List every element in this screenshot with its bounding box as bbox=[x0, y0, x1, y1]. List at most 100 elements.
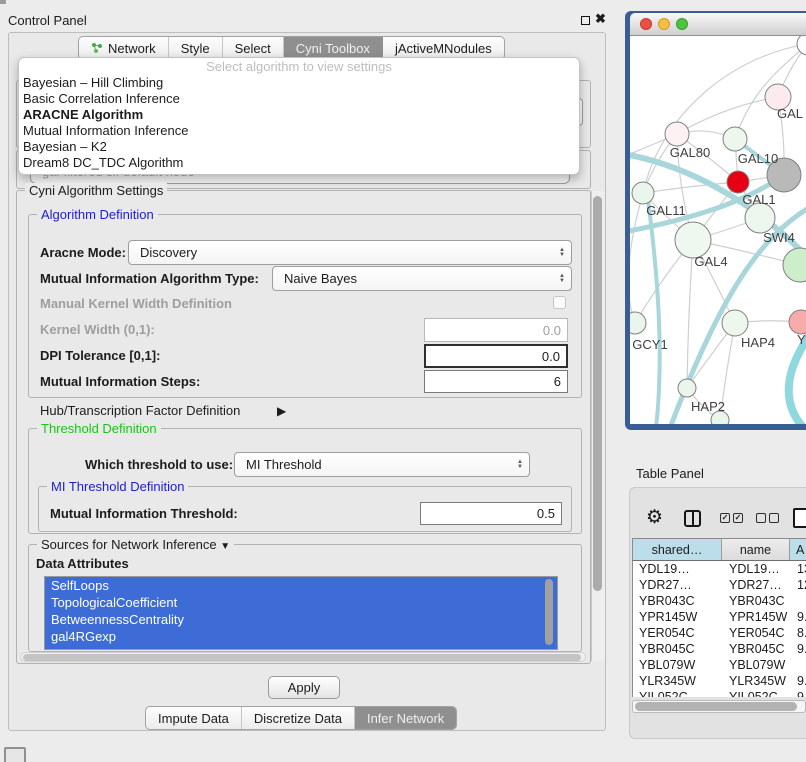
minimize-traffic-light-icon[interactable] bbox=[658, 18, 670, 30]
cell-value: 9. bbox=[791, 641, 806, 657]
table-row[interactable]: YBR045CYBR045C9. bbox=[633, 641, 806, 657]
tab-label: Impute Data bbox=[158, 711, 229, 726]
cell-value bbox=[791, 593, 806, 609]
attr-list-scrollbar-thumb[interactable] bbox=[545, 579, 553, 645]
popup-item-dream8[interactable]: Dream8 DC_TDC Algorithm bbox=[19, 155, 579, 171]
expand-arrow-icon[interactable]: ▶ bbox=[277, 402, 286, 420]
table-row[interactable]: YER054CYER054C8. bbox=[633, 625, 806, 641]
manual-kernel-checkbox[interactable] bbox=[553, 296, 566, 309]
table-body[interactable]: YDL19…YDL19…13 YDR27…YDR27…12 YBR043CYBR… bbox=[632, 560, 806, 697]
sources-title: Sources for Network Inference ▼ bbox=[37, 537, 234, 552]
col-header-shared[interactable]: shared… bbox=[632, 538, 722, 560]
popup-item-bayesian-hill[interactable]: Bayesian – Hill Climbing bbox=[19, 75, 579, 91]
node-hap2[interactable] bbox=[678, 379, 696, 397]
node-hap4[interactable] bbox=[722, 310, 748, 336]
table-hscrollbar-thumb[interactable] bbox=[635, 702, 797, 711]
node-gcy1[interactable] bbox=[630, 312, 646, 334]
dpi-tolerance-field[interactable]: 0.0 bbox=[424, 344, 568, 368]
cell-shared: YIL052C bbox=[633, 689, 723, 697]
node-gal11[interactable] bbox=[632, 182, 654, 204]
network-icon bbox=[91, 42, 103, 54]
cell-name: YDR27… bbox=[723, 577, 791, 593]
node-gal10[interactable] bbox=[723, 127, 747, 151]
cell-shared: YDL19… bbox=[633, 561, 723, 577]
cell-value: 9. bbox=[791, 609, 806, 625]
attr-item-selfloops[interactable]: SelfLoops bbox=[45, 577, 557, 594]
node-gal1[interactable] bbox=[745, 203, 775, 233]
node-label-swi4: SWI4 bbox=[763, 230, 795, 245]
settings-hscrollbar-thumb[interactable] bbox=[23, 654, 581, 661]
dpi-tolerance-label: DPI Tolerance [0,1]: bbox=[40, 344, 160, 368]
aracne-mode-combo[interactable]: Discovery ▲▼ bbox=[128, 240, 572, 265]
kernel-width-label: Kernel Width (0,1): bbox=[40, 318, 155, 342]
table-row[interactable]: YIL052CYIL052C9. bbox=[633, 689, 806, 697]
node-swi4[interactable] bbox=[783, 248, 806, 282]
apply-button[interactable]: Apply bbox=[268, 676, 340, 699]
close-traffic-light-icon[interactable] bbox=[640, 18, 652, 30]
table-row[interactable]: YDL19…YDL19…13 bbox=[633, 561, 806, 577]
mi-type-combo[interactable]: Naive Bayes ▲▼ bbox=[272, 266, 572, 291]
popup-item-bayesian-k2[interactable]: Bayesian – K2 bbox=[19, 139, 579, 155]
algorithm-popup: Select algorithm to view settings Bayesi… bbox=[18, 57, 580, 175]
hub-section-label: Hub/Transcription Factor Definition bbox=[40, 402, 240, 420]
mi-type-label: Mutual Information Algorithm Type: bbox=[40, 266, 259, 291]
close-icon[interactable]: ✖ bbox=[595, 11, 606, 27]
mi-threshold-field[interactable]: 0.5 bbox=[420, 502, 562, 525]
table-row[interactable]: YBL079WYBL079W bbox=[633, 657, 806, 673]
float-window-icon[interactable] bbox=[581, 16, 590, 25]
table-row[interactable]: YLR345WYLR345W9. bbox=[633, 673, 806, 689]
col-header-name[interactable]: name bbox=[722, 538, 790, 560]
tab-style[interactable]: Style bbox=[169, 37, 223, 59]
node-label-gal4: GAL4 bbox=[694, 254, 727, 269]
cell-shared: YLR345W bbox=[633, 673, 723, 689]
popup-item-mutual-information[interactable]: Mutual Information Inference bbox=[19, 123, 579, 139]
tab-label: jActiveMNodules bbox=[395, 41, 492, 56]
table-row[interactable]: YPR145WYPR145W9. bbox=[633, 609, 806, 625]
node-gal80[interactable] bbox=[665, 122, 689, 146]
network-canvas[interactable]: GAL GAL80 GAL10 GAL1 GAL11 SWI4 GAL4 GCY… bbox=[630, 36, 806, 424]
node-pink[interactable] bbox=[789, 310, 806, 334]
combo-stepper-icon: ▲▼ bbox=[517, 460, 523, 470]
document-icon[interactable] bbox=[793, 508, 806, 528]
which-threshold-combo[interactable]: MI Threshold ▲▼ bbox=[234, 452, 530, 477]
attr-item-betweennesscentrality[interactable]: BetweennessCentrality bbox=[45, 611, 557, 628]
tab-cyni-toolbox[interactable]: Cyni Toolbox bbox=[284, 37, 383, 59]
manual-kernel-label: Manual Kernel Width Definition bbox=[40, 294, 232, 314]
aracne-mode-value: Discovery bbox=[140, 245, 197, 260]
attr-item-partial bbox=[45, 645, 557, 649]
settings-scrollbar-thumb[interactable] bbox=[593, 196, 602, 591]
tab-infer-network[interactable]: Infer Network bbox=[355, 707, 456, 729]
col-header-clipped[interactable]: A… bbox=[790, 538, 806, 560]
data-attributes-list[interactable]: SelfLoops TopologicalCoefficient Between… bbox=[44, 576, 558, 650]
tab-discretize-data[interactable]: Discretize Data bbox=[242, 707, 355, 729]
mi-steps-field[interactable]: 6 bbox=[424, 370, 568, 393]
cell-value: 9. bbox=[791, 689, 806, 697]
zoom-traffic-light-icon[interactable] bbox=[676, 18, 688, 30]
mi-threshold-label: Mutual Information Threshold: bbox=[50, 502, 238, 525]
tab-select[interactable]: Select bbox=[223, 37, 284, 59]
kernel-width-field[interactable]: 0.0 bbox=[424, 318, 568, 342]
which-threshold-value: MI Threshold bbox=[246, 457, 322, 472]
network-window-titlebar[interactable] bbox=[630, 13, 806, 36]
tab-label: Style bbox=[181, 41, 210, 56]
mi-threshold-group-title: MI Threshold Definition bbox=[47, 479, 188, 494]
collapse-arrow-icon[interactable]: ▼ bbox=[220, 541, 230, 552]
clear-all-checks-icon[interactable] bbox=[756, 513, 779, 523]
node-selected-red[interactable] bbox=[727, 171, 749, 193]
popup-item-aracne[interactable]: ARACNE Algorithm bbox=[19, 107, 579, 123]
column-layout-icon[interactable] bbox=[684, 510, 701, 527]
tab-jactivemnodules[interactable]: jActiveMNodules bbox=[383, 37, 504, 59]
node-label-hap4: HAP4 bbox=[741, 335, 775, 350]
tab-impute-data[interactable]: Impute Data bbox=[146, 707, 242, 729]
cell-value: 9. bbox=[791, 673, 806, 689]
popup-item-basic-correlation[interactable]: Basic Correlation Inference bbox=[19, 91, 579, 107]
gear-icon[interactable]: ⚙ bbox=[646, 506, 663, 529]
tab-network[interactable]: Network bbox=[79, 37, 169, 59]
attr-item-gal4rgexp[interactable]: gal4RGexp bbox=[45, 628, 557, 645]
select-all-checks-icon[interactable]: ✓✓ bbox=[720, 513, 743, 523]
attr-item-topologicalcoefficient[interactable]: TopologicalCoefficient bbox=[45, 594, 557, 611]
table-row[interactable]: YBR043CYBR043C bbox=[633, 593, 806, 609]
bottom-left-widget[interactable] bbox=[4, 747, 26, 762]
node-gal4[interactable] bbox=[675, 222, 711, 258]
table-row[interactable]: YDR27…YDR27…12 bbox=[633, 577, 806, 593]
